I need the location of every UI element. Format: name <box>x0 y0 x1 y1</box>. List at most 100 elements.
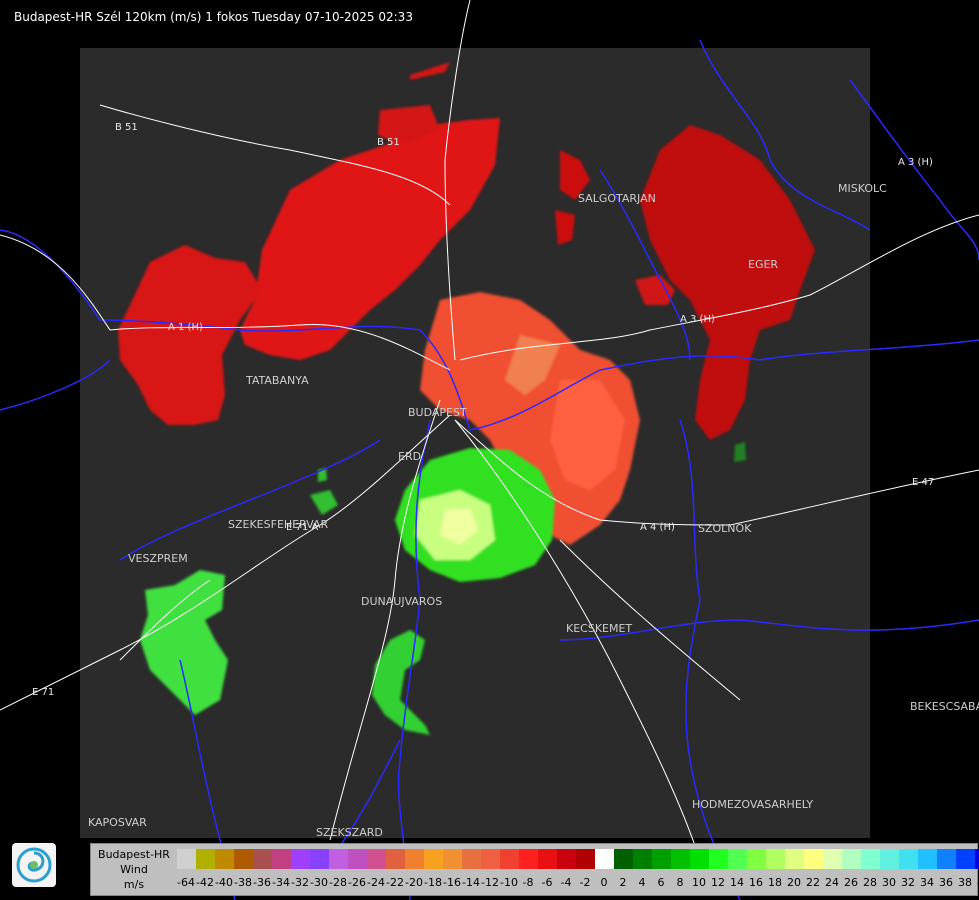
road-label: A 3 (H) <box>680 314 715 325</box>
road-label: A 4 (H) <box>640 522 675 533</box>
city-label: ERD <box>398 450 421 463</box>
road-label: E 47 <box>912 477 934 488</box>
legend-swatch <box>253 849 272 869</box>
legend-unit: m/s <box>123 878 145 891</box>
legend-swatch <box>348 849 367 869</box>
legend-tick: -26 <box>348 876 366 889</box>
legend-swatch <box>728 849 747 869</box>
legend-swatch <box>633 849 652 869</box>
legend-tick: -28 <box>329 876 347 889</box>
legend-tick: -2 <box>579 876 591 889</box>
radar-map: SALGOTARJAN MISKOLC EGER TATABANYA BUDAP… <box>0 0 979 900</box>
legend-tick: -18 <box>424 876 442 889</box>
legend-swatch <box>443 849 462 869</box>
legend-tick: -12 <box>481 876 499 889</box>
legend-swatch <box>538 849 557 869</box>
legend-swatch <box>215 849 234 869</box>
city-label: TATABANYA <box>245 374 309 387</box>
legend-tick: -40 <box>215 876 233 889</box>
legend-tick: 20 <box>787 876 801 889</box>
legend-swatch <box>918 849 937 869</box>
legend-tick: 18 <box>768 876 782 889</box>
legend-tick: -30 <box>310 876 328 889</box>
legend-swatch <box>424 849 443 869</box>
city-label: HODMEZOVASARHELY <box>692 798 813 811</box>
legend-tick: -10 <box>500 876 518 889</box>
road-label: A 1 (H) <box>168 322 203 333</box>
legend-tick: 4 <box>638 876 646 889</box>
legend-tick: -32 <box>291 876 309 889</box>
road-label: E 71 A <box>286 522 318 533</box>
legend-tick: 24 <box>825 876 839 889</box>
legend-swatch <box>614 849 633 869</box>
legend-tick: 34 <box>920 876 934 889</box>
map-title: Budapest-HR Szél 120km (m/s) 1 fokos Tue… <box>14 10 413 24</box>
omsz-logo <box>12 843 56 887</box>
legend-swatch <box>291 849 310 869</box>
legend-tick: 22 <box>806 876 820 889</box>
legend-station: Budapest-HR <box>98 848 170 861</box>
legend-swatch <box>690 849 709 869</box>
legend-tick: -42 <box>196 876 214 889</box>
legend-swatch <box>405 849 424 869</box>
legend-tick: 38 <box>958 876 972 889</box>
city-label: MISKOLC <box>838 182 887 195</box>
legend-swatch <box>177 849 196 869</box>
legend-tick: 32 <box>901 876 915 889</box>
legend-swatch <box>861 849 880 869</box>
legend-tick: 0 <box>600 876 608 889</box>
legend-swatch <box>956 849 975 869</box>
city-label: SALGOTARJAN <box>578 192 656 205</box>
legend-tick: -24 <box>367 876 385 889</box>
legend-swatch <box>842 849 861 869</box>
legend-tick: 12 <box>711 876 725 889</box>
legend-tick: -64 <box>177 876 195 889</box>
legend-quantity: Wind <box>120 863 148 876</box>
legend-tick: 10 <box>692 876 706 889</box>
legend-tick: 2 <box>619 876 627 889</box>
legend-tick: 30 <box>882 876 896 889</box>
legend-tick: -34 <box>272 876 290 889</box>
legend-swatch <box>519 849 538 869</box>
color-legend: Budapest-HR Wind m/s -64 -42 -40 -38 -36 -34-… <box>90 843 979 896</box>
road-label: B 51 <box>115 122 138 133</box>
legend-swatch <box>880 849 899 869</box>
legend-swatch <box>462 849 481 869</box>
legend-tick: 28 <box>863 876 877 889</box>
city-label: BEKESCSABA <box>910 700 979 713</box>
legend-swatch <box>576 849 595 869</box>
city-label: KECSKEMET <box>566 622 632 635</box>
legend-tick: -4 <box>560 876 572 889</box>
road-label: E 71 <box>32 687 54 698</box>
legend-tick: -14 <box>462 876 480 889</box>
legend-swatch <box>709 849 728 869</box>
legend-tick: 14 <box>730 876 744 889</box>
legend-swatch <box>804 849 823 869</box>
legend-tick: 8 <box>676 876 684 889</box>
legend-tick: 6 <box>657 876 665 889</box>
legend-swatch <box>766 849 785 869</box>
legend-tick: -38 <box>234 876 252 889</box>
swirl-logo-icon <box>16 847 52 883</box>
legend-swatch <box>272 849 291 869</box>
road-label: A 3 (H) <box>898 157 933 168</box>
city-label: KAPOSVAR <box>88 816 147 829</box>
legend-swatch <box>386 849 405 869</box>
legend-tick: 36 <box>939 876 953 889</box>
legend-tick: -16 <box>443 876 461 889</box>
legend-swatch <box>652 849 671 869</box>
legend-swatch <box>937 849 956 869</box>
legend-tick: -6 <box>541 876 553 889</box>
legend-swatch <box>595 849 614 869</box>
legend-swatch <box>557 849 576 869</box>
city-label: VESZPREM <box>128 552 188 565</box>
legend-tick: 26 <box>844 876 858 889</box>
legend-swatch <box>500 849 519 869</box>
legend-swatch <box>823 849 842 869</box>
legend-tick: -8 <box>522 876 534 889</box>
legend-swatch <box>785 849 804 869</box>
legend-swatch <box>481 849 500 869</box>
legend-tick: -36 <box>253 876 271 889</box>
legend-tick: -20 <box>405 876 423 889</box>
legend-swatch <box>234 849 253 869</box>
